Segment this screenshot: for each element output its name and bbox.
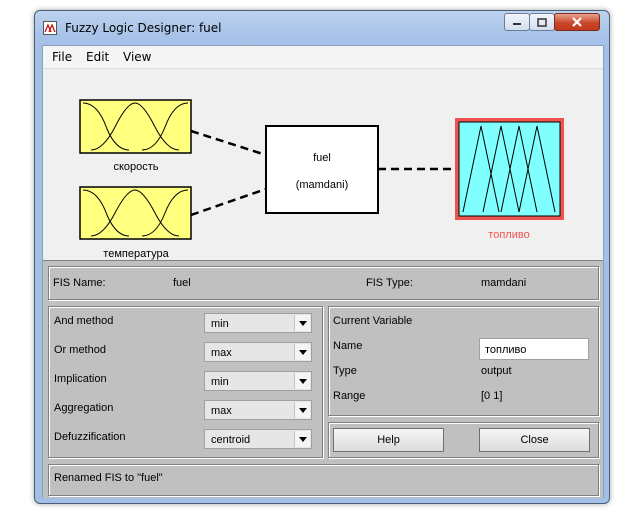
input-temperature-rect[interactable] [79,186,192,240]
control-panel: FIS Name: fuel FIS Type: mamdani And met… [43,260,603,498]
status-frame: Renamed FIS to "fuel" [48,464,599,496]
implication-value: min [211,376,229,388]
dropdown-arrow[interactable] [294,373,310,389]
variable-name-label: Name [333,340,363,352]
current-variable-frame: Current Variable Name топливо Type outpu… [328,306,599,416]
implication-select[interactable]: min [204,371,312,391]
variable-name-field[interactable]: топливо [479,338,589,360]
chevron-down-icon [298,436,307,442]
input2-connector [190,187,267,217]
output-fuel-label: топливо [488,229,529,241]
chevron-down-icon [298,320,307,326]
variable-type-value: output [481,365,512,377]
variable-range-label: Range [333,390,366,402]
dropdown-arrow[interactable] [294,402,310,418]
output-box-fuel[interactable] [455,118,564,220]
window-title: Fuzzy Logic Designer: fuel [65,21,222,35]
chevron-down-icon [298,407,307,413]
implication-label: Implication [54,373,107,385]
dropdown-arrow[interactable] [294,431,310,447]
close-button[interactable]: Close [479,428,590,452]
fis-system-name: fuel [313,152,331,164]
fis-type-label: FIS Type: [366,277,413,289]
title-bar[interactable]: Fuzzy Logic Designer: fuel [35,11,609,45]
chevron-down-icon [298,378,307,384]
maximize-icon [537,17,547,27]
input-temperature-label: температура [103,248,169,260]
input-speed-label: скорость [113,161,158,173]
and-method-label: And method [54,315,114,327]
menu-bar: File Edit View [43,46,603,69]
client-area: File Edit View скорость температура fuel… [42,45,604,498]
app-window: Fuzzy Logic Designer: fuel File Edit Vie… [34,10,610,504]
matlab-fuzzy-app-icon [43,21,57,35]
and-method-value: min [211,318,229,330]
variable-name-value: топливо [485,344,527,356]
fis-info-frame: FIS Name: fuel FIS Type: mamdani [48,266,599,300]
maximize-button[interactable] [529,13,555,31]
input-box-speed[interactable] [79,99,192,154]
methods-frame: And method min Or method max Implication… [48,306,323,458]
variable-type-label: Type [333,365,357,377]
or-method-value: max [211,347,232,359]
fis-diagram-canvas: скорость температура fuel (mamdani) топл… [79,99,564,260]
and-method-select[interactable]: min [204,313,312,333]
defuzzification-label: Defuzzification [54,431,126,443]
defuzzification-value: centroid [211,434,251,446]
aggregation-select[interactable]: max [204,400,312,420]
fis-diagram: скорость температура fuel (mamdani) топл… [43,69,603,260]
or-method-label: Or method [54,344,106,356]
help-button[interactable]: Help [333,428,444,452]
aggregation-value: max [211,405,232,417]
minimize-button[interactable] [504,13,530,31]
aggregation-label: Aggregation [54,402,114,414]
or-method-select[interactable]: max [204,342,312,362]
fis-name-value: fuel [173,277,191,289]
close-icon [572,17,582,27]
input1-connector [190,129,267,157]
chevron-down-icon [298,349,307,355]
input-speed-rect[interactable] [79,99,192,154]
fis-system-box[interactable] [265,125,379,214]
buttons-frame: Help Close [328,422,599,458]
minimize-icon [513,23,521,25]
input-box-temperature[interactable] [79,186,192,240]
menu-edit[interactable]: Edit [86,50,109,64]
dropdown-arrow[interactable] [294,315,310,331]
fis-system-type: (mamdani) [296,179,349,191]
fis-type-value: mamdani [481,277,527,289]
menu-file[interactable]: File [52,50,72,64]
menu-view[interactable]: View [123,50,151,64]
fis-name-label: FIS Name: [53,277,106,289]
close-window-button[interactable] [554,13,600,31]
dropdown-arrow[interactable] [294,344,310,360]
defuzzification-select[interactable]: centroid [204,429,312,449]
variable-range-value: [0 1] [481,390,503,402]
current-variable-header: Current Variable [333,315,413,327]
status-message: Renamed FIS to "fuel" [54,472,163,484]
